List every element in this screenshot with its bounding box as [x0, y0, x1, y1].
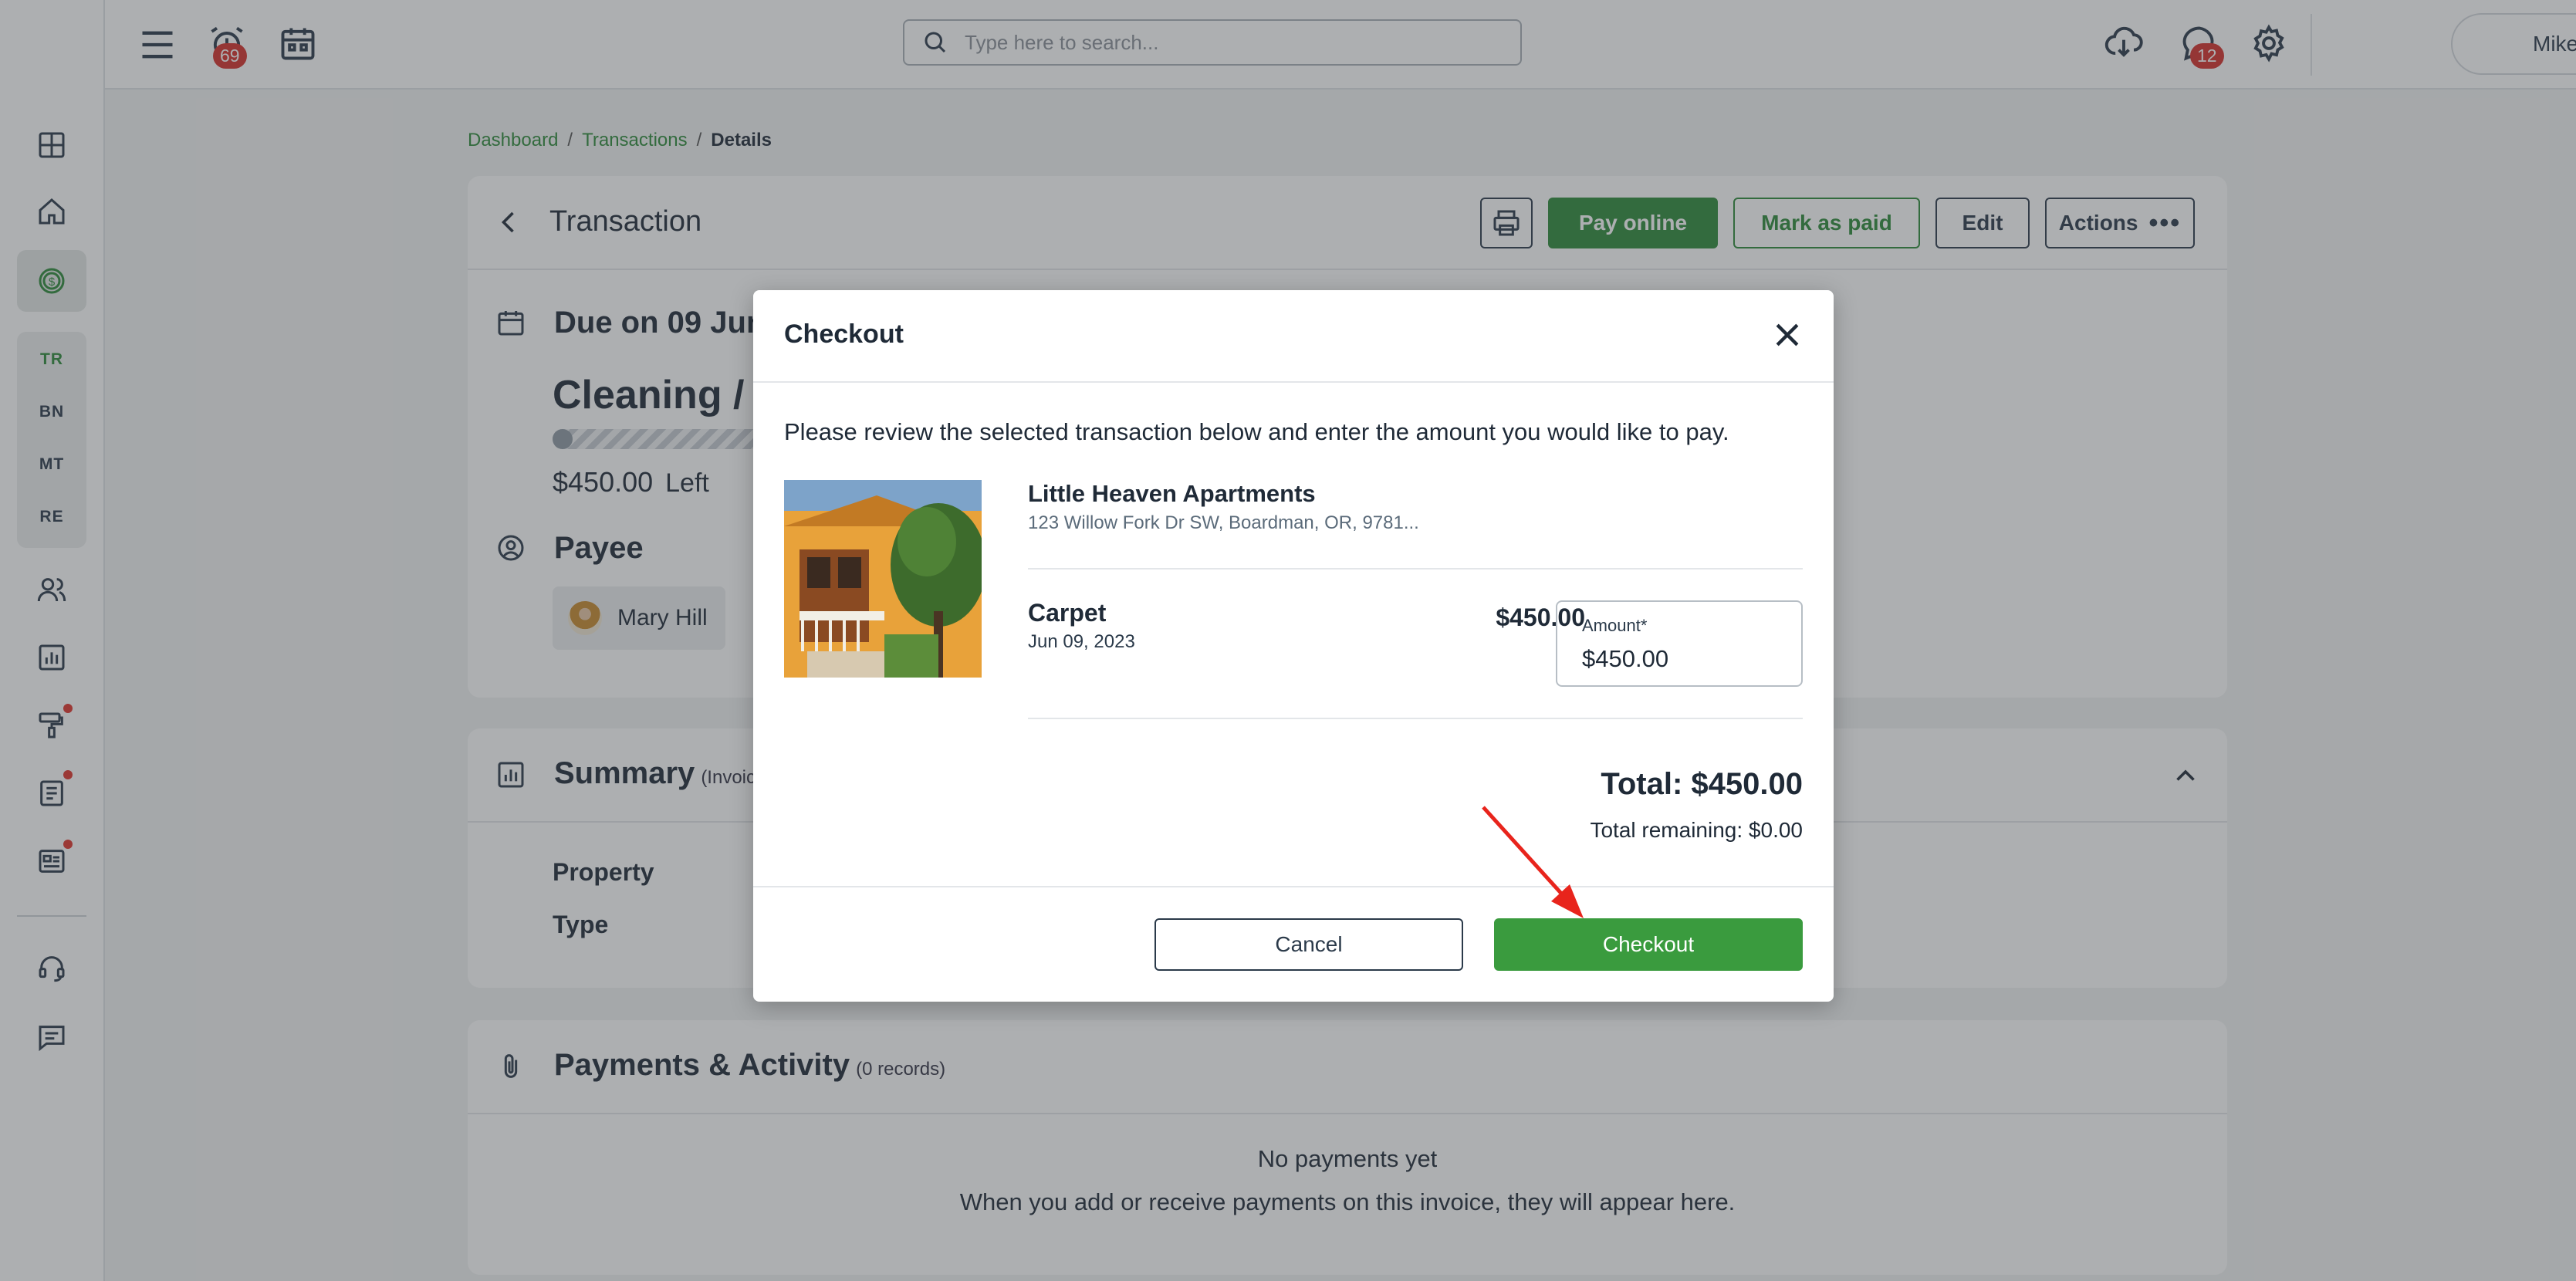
amount-label: Amount* [1582, 616, 1648, 635]
property-photo [784, 480, 982, 678]
checkout-modal: Checkout Please review the selected tran… [753, 290, 1834, 1002]
modal-description: Please review the selected transaction b… [784, 418, 1729, 445]
line-item-date: Jun 09, 2023 [1028, 631, 1135, 652]
divider [1028, 718, 1803, 719]
close-icon[interactable] [1770, 318, 1804, 352]
total-amount: Total: $450.00 [1601, 767, 1803, 801]
property-address: 123 Willow Fork Dr SW, Boardman, OR, 978… [1028, 512, 1419, 533]
total-remaining: Total remaining: $0.00 [1590, 818, 1803, 842]
divider [1028, 568, 1803, 570]
modal-title: Checkout [784, 319, 904, 349]
amount-input[interactable] [1582, 645, 1783, 673]
checkout-button[interactable]: Checkout [1494, 918, 1803, 971]
line-item-name: Carpet [1028, 599, 1107, 627]
property-name: Little Heaven Apartments [1028, 480, 1316, 507]
amount-field[interactable]: Amount* [1556, 600, 1803, 687]
divider [753, 381, 1834, 383]
divider [753, 886, 1834, 887]
cancel-button[interactable]: Cancel [1154, 918, 1463, 971]
